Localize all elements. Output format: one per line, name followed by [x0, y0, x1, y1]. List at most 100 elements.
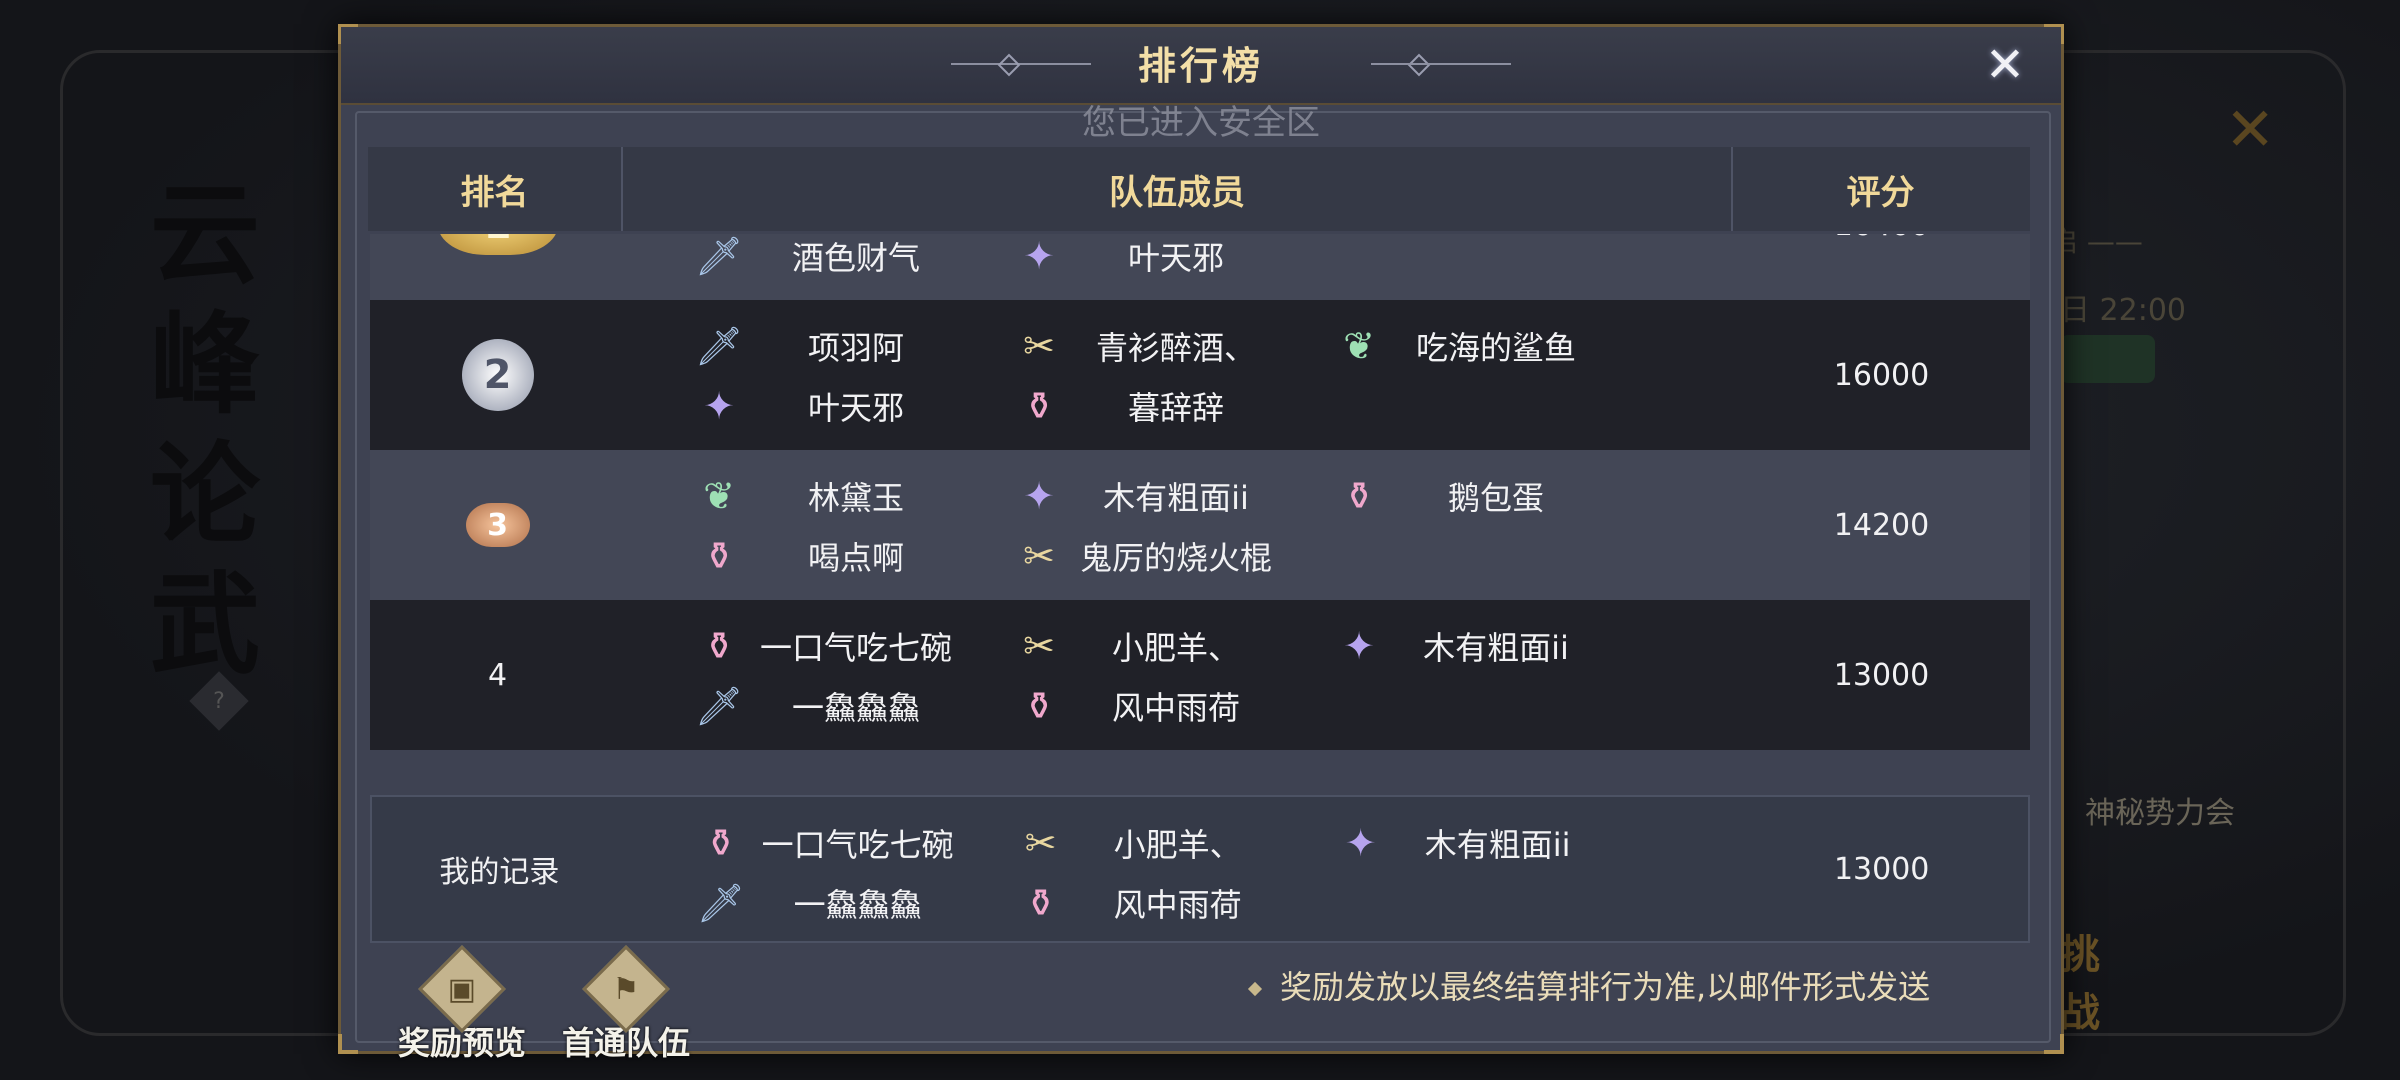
scroll-icon: ✂	[1023, 534, 1055, 578]
member-name: 暮辞辞	[1127, 389, 1224, 427]
header-score: 评分	[1846, 172, 1915, 213]
my-record-score: 13000	[1833, 851, 1930, 887]
reward-note: 奖励发放以最终结算排行为准,以邮件形式发送	[1247, 962, 1930, 1008]
member-name: 叶天邪	[1127, 239, 1224, 277]
member-name: 一鱻鱻鱻	[791, 689, 920, 727]
member-name: 风中雨荷	[1111, 689, 1240, 727]
score-cell: 16400	[1735, 234, 2028, 300]
sword-icon: 🗡	[696, 880, 745, 925]
team-member[interactable]: ✦ 叶天邪	[1013, 234, 1287, 286]
flask-icon: ⚱	[703, 534, 735, 578]
member-name: 木有粗面ii	[1423, 629, 1569, 667]
sword-icon: 🗡	[694, 323, 744, 368]
score-cell: 16000	[1833, 357, 1930, 393]
team-member[interactable]: ✦ 木有粗面ii	[1333, 616, 1607, 676]
team-member[interactable]: ✂ 小肥羊、	[1013, 616, 1287, 676]
header-rank: 排名	[368, 147, 623, 231]
score-cell: 13000	[1833, 657, 1930, 693]
fan-icon: ✦	[1023, 474, 1055, 518]
team-member[interactable]: 🗡 一鱻鱻鱻	[695, 873, 969, 933]
fan-icon: ✦	[703, 384, 735, 428]
member-name: 一口气吃七碗	[759, 629, 952, 667]
rank-number: 4	[487, 657, 508, 693]
table-row: 3 ❦ 林黛玉 ✦ 木有粗面ii ⚱ 鹅包蛋 ⚱ 喝点啊 ✂ 鬼厉的烧火棍 14200	[370, 450, 2030, 600]
member-name: 鬼厉的烧火棍	[1079, 539, 1272, 577]
event-title-calligraphy: 云峰论武	[150, 170, 260, 689]
my-record-members: ⚱ 一口气吃七碗 ✂ 小肥羊、 ✦ 木有粗面ii 🗡 一鱻鱻鱻 ⚱ 风中雨荷	[627, 797, 1736, 941]
member-name: 喝点啊	[807, 539, 904, 577]
table-header: 排名 队伍成员 评分	[368, 147, 2030, 231]
score-cell: 14200	[1833, 507, 1930, 543]
background-faction-text: 神秘势力会	[2085, 796, 2235, 831]
rank-cell: 1	[370, 234, 625, 300]
team-member[interactable]: ⚱ 风中雨荷	[1013, 676, 1287, 736]
scroll-icon: ✂	[1024, 821, 1057, 865]
member-name: 小肥羊、	[1111, 629, 1240, 667]
team-member[interactable]: 🗡 酒色财气	[693, 234, 967, 286]
background-time-text: 日 22:00	[2060, 293, 2186, 328]
member-name: 青衫醉酒、	[1095, 329, 1256, 367]
team-member[interactable]: ⚱ 暮辞辞	[1013, 376, 1287, 436]
page-title: 排行榜	[1137, 44, 1264, 88]
member-name: 木有粗面ii	[1103, 479, 1249, 517]
flask-icon: ⚱	[1023, 384, 1055, 428]
help-button[interactable]: ?	[189, 671, 249, 731]
bullet-icon	[1247, 981, 1263, 997]
team-member[interactable]: 🗡 一鱻鱻鱻	[693, 676, 967, 736]
background-close-icon: ✕	[2225, 95, 2276, 165]
ranking-rows: 1 ⚱ ✦ ✦ 🗡 酒色财气 ✦ 叶天邪 16400 2 🗡 项羽阿 ✂ 青衫醉酒、 ❦ 吃海的鲨鱼 ✦ 叶天邪 ⚱…	[370, 234, 2030, 750]
table-row: 2 🗡 项羽阿 ✂ 青衫醉酒、 ❦ 吃海的鲨鱼 ✦ 叶天邪 ⚱ 暮辞辞 16000	[370, 300, 2030, 450]
ranking-list[interactable]: 1 ⚱ ✦ ✦ 🗡 酒色财气 ✦ 叶天邪 16400 2 🗡 项羽阿 ✂ 青衫醉酒、 ❦ 吃海的鲨鱼 ✦ 叶天邪 ⚱…	[370, 234, 2030, 779]
close-icon: ✕	[1984, 37, 2026, 93]
team-member[interactable]: ⚱ 鹅包蛋	[1333, 466, 1607, 526]
scroll-icon: ✂	[1023, 324, 1055, 368]
reward-preview-button[interactable]: ▣ 奖励预览	[398, 940, 526, 1064]
rank-cell: 4	[370, 600, 625, 750]
title-ornament-right	[1371, 63, 1511, 65]
header-members: 队伍成员	[623, 147, 1733, 231]
team-member[interactable]: 🗡 项羽阿	[693, 316, 967, 376]
flask-icon: ⚱	[703, 624, 735, 668]
team-member[interactable]: ✂ 青衫醉酒、	[1013, 316, 1287, 376]
sword-icon: 🗡	[694, 683, 744, 728]
member-name: 吃海的鲨鱼	[1415, 329, 1576, 367]
background-green-button	[2060, 335, 2155, 383]
leaf-icon: ❦	[703, 474, 735, 518]
table-row: 1⚱✦✦🗡酒色财气✦叶天邪16400	[370, 234, 2030, 300]
member-name: 酒色财气	[791, 239, 920, 277]
member-name: 一口气吃七碗	[761, 826, 954, 864]
gold-medal-icon: 1	[437, 234, 558, 255]
member-name: 叶天邪	[807, 389, 904, 427]
member-name: 鹅包蛋	[1447, 479, 1544, 517]
flask-icon: ⚱	[1023, 684, 1055, 728]
team-member[interactable]: ✦ 木有粗面ii	[1335, 813, 1609, 873]
table-row: 4 ⚱ 一口气吃七碗 ✂ 小肥羊、 ✦ 木有粗面ii 🗡 一鱻鱻鱻 ⚱ 风中雨荷 13000	[370, 600, 2030, 750]
rank-cell: 2	[370, 300, 625, 450]
members-cell: 🗡 项羽阿 ✂ 青衫醉酒、 ❦ 吃海的鲨鱼 ✦ 叶天邪 ⚱ 暮辞辞	[625, 300, 1735, 450]
member-name: 项羽阿	[807, 329, 904, 367]
team-member[interactable]: ⚱ 喝点啊	[693, 526, 967, 586]
close-button[interactable]: ✕	[1977, 37, 2033, 93]
leaf-icon: ❦	[1343, 324, 1375, 368]
members-cell: ⚱ 一口气吃七碗 ✂ 小肥羊、 ✦ 木有粗面ii 🗡 一鱻鱻鱻 ⚱ 风中雨荷	[625, 600, 1735, 750]
fan-icon: ✦	[1344, 821, 1377, 865]
team-member[interactable]: ✦ 木有粗面ii	[1013, 466, 1287, 526]
team-member[interactable]: ⚱ 一口气吃七碗	[695, 813, 969, 873]
flask-icon: ⚱	[1024, 881, 1057, 925]
first-clear-team-button[interactable]: ⚑ 首通队伍	[562, 940, 690, 1064]
member-name: 林黛玉	[807, 479, 904, 517]
team-member[interactable]: ✂ 鬼厉的烧火棍	[1013, 526, 1287, 586]
member-name: 风中雨荷	[1113, 886, 1242, 924]
fan-icon: ✦	[1023, 234, 1055, 278]
team-member[interactable]: ❦ 林黛玉	[693, 466, 967, 526]
bronze-medal-icon: 3	[465, 503, 530, 547]
team-member[interactable]: ❦ 吃海的鲨鱼	[1333, 316, 1607, 376]
team-member[interactable]: ⚱ 风中雨荷	[1015, 873, 1289, 933]
rank-cell: 3	[370, 450, 625, 600]
team-member[interactable]: ✦ 叶天邪	[693, 376, 967, 436]
scroll-icon: ✂	[1023, 624, 1055, 668]
panel-header: 排行榜 ✕	[341, 27, 2061, 105]
team-member[interactable]: ⚱ 一口气吃七碗	[693, 616, 967, 676]
team-member[interactable]: ✂ 小肥羊、	[1015, 813, 1289, 873]
member-name: 木有粗面ii	[1424, 826, 1571, 864]
